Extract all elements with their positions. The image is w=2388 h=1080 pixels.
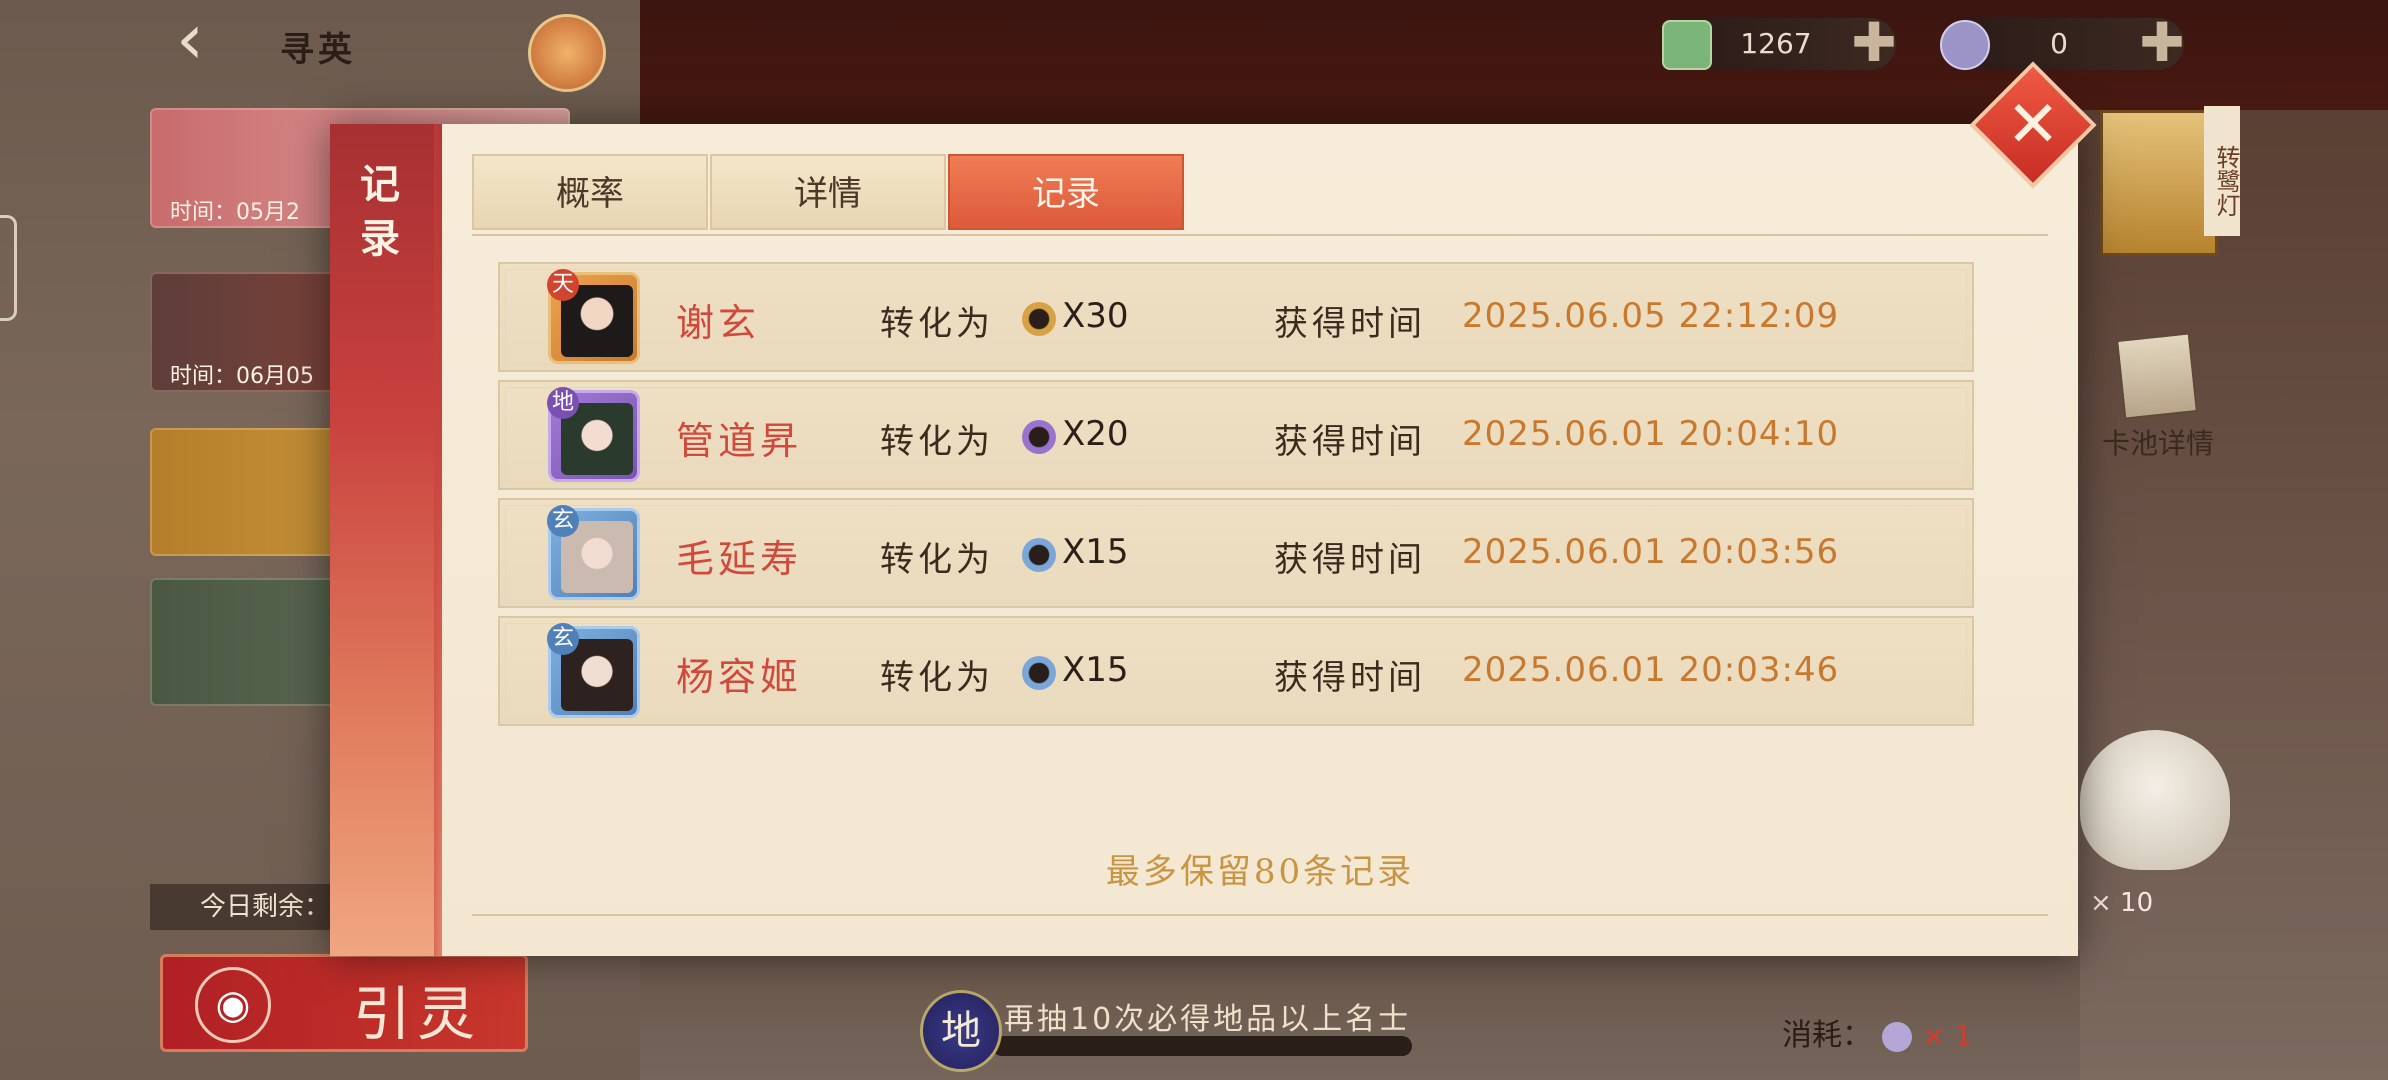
summon-label: 引灵	[353, 980, 482, 1048]
convert-quantity: X15	[1062, 532, 1129, 572]
convert-label: 转化为	[880, 658, 994, 698]
record-limit-note: 最多保留80条记录	[1105, 852, 1415, 892]
convert-label: 转化为	[880, 304, 994, 344]
fragment-token-icon	[1014, 530, 1064, 580]
side-handle[interactable]	[0, 215, 17, 321]
convert-label: 转化为	[880, 540, 994, 580]
cost-count: × 10	[2090, 888, 2154, 918]
dialog-side-stripe: 记录	[330, 124, 450, 956]
hero-avatar[interactable]: 玄	[547, 505, 640, 600]
hero-avatar[interactable]: 玄	[547, 623, 640, 718]
spirit-icon: ◉	[195, 967, 271, 1043]
pool-detail-label: 卡池详情	[2101, 427, 2214, 460]
convert-quantity: X20	[1062, 414, 1129, 454]
pity-badge: 地	[920, 990, 1002, 1072]
pity-progress: 地 再抽10次必得地品以上名士	[920, 990, 1480, 1072]
lamp-label[interactable]: 转鹭灯	[2204, 106, 2240, 236]
record-row: 地 管道昇 转化为 X20 获得时间 2025.06.01 20:04:10	[498, 380, 1974, 490]
consume-label: 消耗：	[1782, 1018, 1872, 1053]
banner-time: 时间：05月2	[170, 200, 300, 225]
obtain-time: 2025.06.05 22:12:09	[1462, 296, 1840, 336]
hero-name: 谢玄	[676, 301, 761, 345]
spirit-pet-icon	[1940, 20, 1990, 70]
emblem-icon[interactable]	[528, 14, 606, 92]
lamp-icon[interactable]	[2100, 110, 2218, 256]
rank-badge: 天	[547, 269, 579, 301]
divider	[472, 914, 2048, 916]
fragment-token-icon	[1014, 648, 1064, 698]
consume-info: 消耗： × 1	[1782, 1010, 1972, 1054]
time-label: 获得时间	[1274, 658, 1426, 698]
pity-text: 再抽10次必得地品以上名士	[1004, 1002, 1412, 1037]
divider	[472, 234, 2048, 236]
hero-name: 杨容姬	[676, 655, 803, 699]
time-label: 获得时间	[1274, 304, 1426, 344]
obtain-time: 2025.06.01 20:04:10	[1462, 414, 1840, 454]
rank-badge: 玄	[547, 623, 579, 655]
dialog-body: 概率 详情 记录 天 谢玄 转化为 X30 获得时间 2025.06.05 22…	[442, 124, 2078, 956]
jade-icon	[1662, 20, 1712, 70]
tab-records[interactable]: 记录	[948, 154, 1184, 230]
record-row: 玄 毛延寿 转化为 X15 获得时间 2025.06.01 20:03:56	[498, 498, 1974, 608]
rank-badge: 玄	[547, 505, 579, 537]
pool-detail-button[interactable]: 卡池详情	[2098, 332, 2218, 462]
obtain-time: 2025.06.01 20:03:46	[1462, 650, 1840, 690]
banner-time: 时间：06月05	[170, 364, 314, 389]
currency-value: 1267	[1740, 27, 1812, 60]
hero-name: 毛延寿	[676, 537, 803, 581]
plus-icon[interactable]: ✚	[1848, 16, 1900, 70]
currency-pet: 0 ✚	[1940, 16, 2185, 70]
convert-quantity: X15	[1062, 650, 1129, 690]
cards-icon	[2116, 332, 2198, 420]
rank-badge: 地	[547, 387, 579, 419]
fragment-token-icon	[1014, 412, 1064, 462]
record-dialog: 记录 概率 详情 记录 天 谢玄 转化为 X30 获得时间 2025.06.05…	[330, 124, 2078, 956]
plus-icon[interactable]: ✚	[2136, 16, 2188, 70]
close-icon: ✕	[2006, 88, 2060, 162]
convert-quantity: X30	[1062, 296, 1129, 336]
spirit-pet-icon	[1882, 1021, 1912, 1052]
dialog-title: 记录	[360, 161, 400, 262]
currency-value: 0	[2050, 27, 2068, 60]
currency-jade: 1267 ✚	[1662, 16, 1897, 70]
back-arrow-icon[interactable]: ‹	[160, 4, 220, 74]
time-label: 获得时间	[1274, 540, 1426, 580]
cat-mascot	[2080, 730, 2230, 870]
obtain-time: 2025.06.01 20:03:56	[1462, 532, 1840, 572]
summon-button[interactable]: ◉ 引灵	[160, 954, 528, 1052]
convert-label: 转化为	[880, 422, 994, 462]
time-label: 获得时间	[1274, 422, 1426, 462]
hero-name: 管道昇	[676, 419, 803, 463]
hero-avatar[interactable]: 地	[547, 387, 640, 482]
consume-count: × 1	[1922, 1019, 1973, 1052]
tab-details[interactable]: 详情	[710, 154, 946, 230]
tab-probability[interactable]: 概率	[472, 154, 708, 230]
hero-avatar[interactable]: 天	[547, 269, 640, 364]
pity-track	[992, 1036, 1412, 1056]
record-row: 天 谢玄 转化为 X30 获得时间 2025.06.05 22:12:09	[498, 262, 1974, 372]
record-row: 玄 杨容姬 转化为 X15 获得时间 2025.06.01 20:03:46	[498, 616, 1974, 726]
page-title: 寻英	[280, 30, 356, 70]
fragment-token-icon	[1014, 294, 1064, 344]
